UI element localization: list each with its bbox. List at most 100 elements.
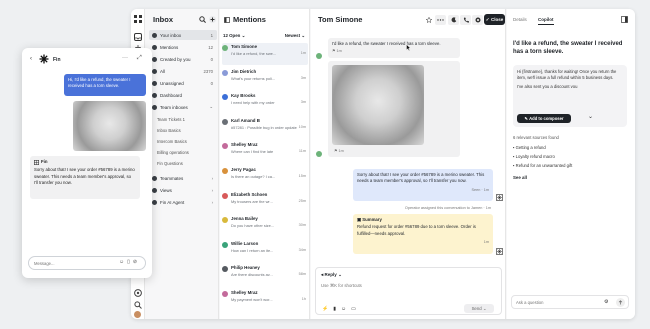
star-icon[interactable] <box>426 17 432 23</box>
settings-icon[interactable]: ⚙ <box>604 299 608 305</box>
close-conversation-button[interactable]: ✓ Close <box>484 14 505 25</box>
source-item[interactable]: ▪ Refund for an unwarranted gift <box>513 163 572 168</box>
sidebar-toggle-icon[interactable] <box>224 17 230 23</box>
conversation-list-item[interactable]: Elizabeth Schoen My trousers are the wr..… <box>222 191 308 213</box>
nav-unassigned[interactable]: Unassigned 0 <box>149 78 217 88</box>
source-label: Refund for an unwarranted gift <box>515 163 573 168</box>
lightning-icon[interactable]: ⚡ <box>322 306 328 312</box>
conversation-title: Tom Simone <box>318 15 363 24</box>
panel-toggle-icon[interactable] <box>621 16 628 23</box>
reply-mode-dropdown[interactable]: ◂ Reply ⌄ <box>321 272 342 278</box>
attachment-icon[interactable]: ▭ <box>351 306 356 312</box>
team-inbox-item[interactable]: Fin Questions <box>157 161 183 166</box>
composer-input[interactable] <box>321 281 491 290</box>
avatar <box>222 291 228 297</box>
dashboard-icon <box>152 92 157 98</box>
add-to-composer-button[interactable]: ✎ Add to composer <box>517 114 571 123</box>
nav-label: All <box>160 68 166 74</box>
chevron-down-icon: ⌄ <box>338 272 342 277</box>
more-options-icon[interactable] <box>435 15 446 25</box>
conversation-pane: Tom Simone ✓ Close I'd like a refund, the… <box>311 9 506 319</box>
team-inbox-item[interactable]: Intercom Basics <box>157 139 187 144</box>
more-options-icon[interactable]: ··· <box>122 55 128 61</box>
source-item[interactable]: ▪ Loyalty refund macro <box>513 154 555 159</box>
phone-icon[interactable] <box>460 15 471 25</box>
add-label: Add to composer <box>529 115 564 121</box>
message-time: 25m <box>298 198 306 203</box>
nav-fin-ai-agent[interactable]: Fin AI Agent › <box>149 197 217 207</box>
app-grid-icon[interactable] <box>134 15 142 23</box>
message-time: 1h <box>301 297 306 301</box>
conversation-list-item[interactable]: Karl Amand B #57281 : Possible bug in ord… <box>222 117 308 139</box>
team-inbox-item[interactable]: Team Tickets 1 <box>157 117 185 122</box>
team-inbox-item[interactable]: Inbox Basics <box>157 128 181 133</box>
nav-views[interactable]: Views › <box>149 185 217 195</box>
ai-assist-icon[interactable] <box>472 15 483 25</box>
nav-all[interactable]: All 2370 <box>149 66 217 76</box>
ask-input[interactable] <box>516 299 596 306</box>
open-filter[interactable]: 12 Open ⌄ <box>223 33 245 39</box>
help-icon[interactable] <box>134 289 142 297</box>
back-icon[interactable]: ‹ <box>30 56 32 62</box>
tab-details[interactable]: Details <box>513 17 527 22</box>
views-icon <box>152 187 157 193</box>
more-options-icon[interactable]: ⌄ <box>588 114 593 120</box>
team-inbox-item[interactable]: Billing operations <box>157 150 189 155</box>
nav-mentions[interactable]: Mentions 12 <box>149 42 217 52</box>
contact-name: Elizabeth Schoen <box>231 191 268 197</box>
conversation-list-item[interactable]: Philip Heaney Are there discounts av... 58… <box>222 264 308 286</box>
user-avatar[interactable] <box>134 311 141 318</box>
message-preview: I need help with my order <box>231 100 275 106</box>
conversation-list-item[interactable]: Jenna Bailey Do you have other size... 30m <box>222 215 308 237</box>
chevron-right-icon: › <box>211 199 213 205</box>
nav-dashboard[interactable]: Dashboard <box>149 90 217 100</box>
gif-icon[interactable]: ▯ <box>127 259 130 265</box>
conversation-list-item[interactable]: Jerry Pagac Is there an outage? I ca... 15… <box>222 166 308 188</box>
conversation-list-item[interactable]: Willie Larson How can I return an ite... 3… <box>222 240 308 262</box>
new-conversation-icon[interactable] <box>209 16 216 23</box>
emoji-icon[interactable]: ☺ <box>119 259 124 265</box>
nav-created-by-you[interactable]: Created by you 0 <box>149 54 217 64</box>
summary-time: 1m <box>483 239 489 244</box>
customer-avatar <box>316 151 322 157</box>
sweater-photo[interactable] <box>332 65 424 145</box>
nav-your-inbox[interactable]: Your inbox 1 <box>149 30 217 40</box>
conversation-list-item[interactable]: Tom Simone I'd like a refund, the swe... 1… <box>222 43 308 65</box>
conversation-list-item[interactable]: Shelley Mraz My payment won't wor... 1h <box>222 289 308 311</box>
bot-text: Sorry about that! I see your order #5678… <box>34 167 135 185</box>
snooze-icon[interactable] <box>448 15 459 25</box>
bookmark-icon[interactable]: ▮ <box>333 306 336 312</box>
reply-label: Reply <box>324 272 337 277</box>
message-input[interactable] <box>34 260 114 267</box>
message-preview: Where can I find the late <box>231 149 274 155</box>
conversation-list-item[interactable]: Kay Brooks I need help with my order 3m <box>222 92 308 114</box>
nav-label: Dashboard <box>160 92 183 98</box>
send-button[interactable]: Send ⌄ <box>464 304 494 313</box>
sweater-photo[interactable] <box>73 101 146 151</box>
message-box: ☺ ▯ ⊘ <box>28 256 146 270</box>
send-arrow-icon[interactable] <box>616 298 625 307</box>
search-icon[interactable] <box>134 301 142 309</box>
mentions-icon <box>152 44 157 50</box>
expand-icon[interactable]: ⤢ <box>137 55 142 62</box>
composer-toolbar: ⚡ ▮ ☺ ▭ <box>322 306 356 312</box>
nav-teammates[interactable]: Teammates › <box>149 173 217 183</box>
conversation-list-item[interactable]: Jim Dietrich What's your returns poli... 3… <box>222 68 308 90</box>
contact-name: Shelley Mraz <box>231 290 258 295</box>
sources-count: 6 relevant sources found <box>513 135 559 140</box>
source-item[interactable]: ▪ Getting a refund <box>513 145 546 150</box>
conversation-list-item[interactable]: Shelley Mraz Where can I find the late 11m <box>222 141 308 163</box>
message-time: 34m <box>298 247 306 252</box>
attachment-icon[interactable]: ⊘ <box>133 259 137 265</box>
tab-copilot[interactable]: Copilot <box>538 17 554 25</box>
inbox-sidebar: Inbox Your inbox 1 Mentions 12 Created by … <box>146 9 219 319</box>
fin-logo-icon <box>39 54 49 64</box>
inbox-icon[interactable] <box>134 33 142 41</box>
emoji-icon[interactable]: ☺ <box>341 306 346 312</box>
nav-team-inboxes[interactable]: Team inboxes ⌄ <box>149 102 217 112</box>
search-icon[interactable] <box>199 16 206 23</box>
note-icon: ▣ <box>357 217 362 222</box>
sort-dropdown[interactable]: Newest ⌄ <box>285 33 305 39</box>
message-preview: How can I return an ite... <box>231 247 274 253</box>
see-all-link[interactable]: See all <box>513 175 527 180</box>
